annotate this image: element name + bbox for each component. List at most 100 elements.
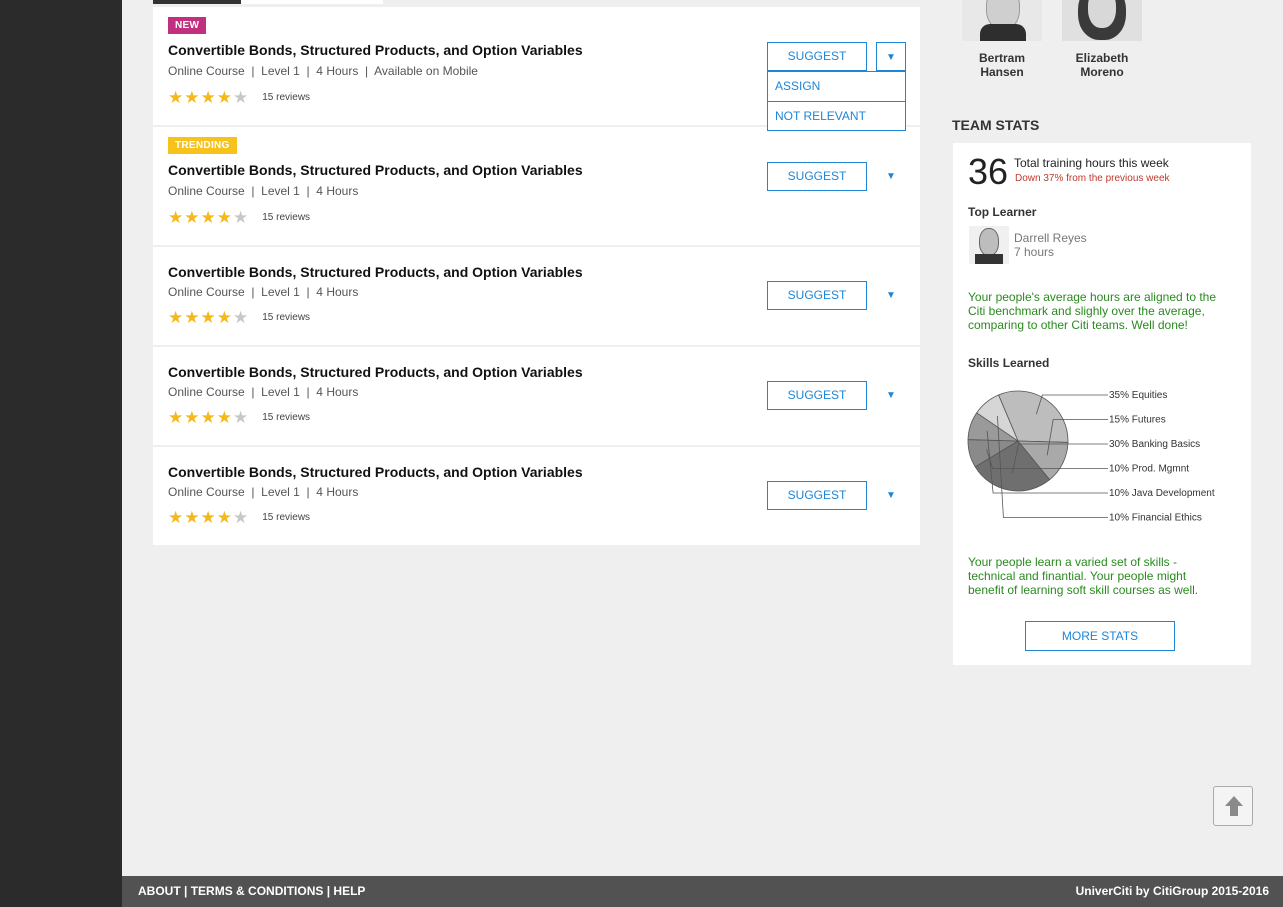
course-card: Convertible Bonds, Structured Products, …: [153, 247, 920, 345]
member-last-name: Hansen: [980, 65, 1024, 79]
review-count[interactable]: 15 reviews: [262, 212, 310, 223]
suggest-button[interactable]: SUGGEST: [767, 281, 867, 310]
avatar[interactable]: [969, 226, 1009, 264]
star-icon: ★: [168, 208, 184, 227]
footer-links: ABOUT | TERMS & CONDITIONS | HELP: [138, 884, 365, 898]
course-meta: Online Course | Level 1 | 4 Hours: [168, 385, 359, 399]
course-meta: Online Course | Level 1 | 4 Hours | Avai…: [168, 64, 478, 78]
copyright: UniverCiti by CitiGroup 2015-2016: [1075, 884, 1269, 898]
skills-message: Your people learn a varied set of skills…: [968, 555, 1199, 597]
pie-label: 10% Prod. Mgmnt: [1109, 464, 1189, 475]
skills-heading: Skills Learned: [968, 356, 1050, 370]
arrow-up-icon: [1225, 796, 1243, 816]
suggest-button[interactable]: SUGGEST: [767, 42, 867, 71]
pie-slices: [967, 390, 1069, 492]
avatar: [962, 0, 1042, 41]
course-card: Convertible Bonds, Structured Products, …: [153, 347, 920, 445]
course-title[interactable]: Convertible Bonds, Structured Products, …: [168, 264, 583, 280]
rating-stars: ★ ★ ★ ★ ★ 15 reviews: [168, 509, 310, 526]
pie-label: 30% Banking Basics: [1109, 439, 1200, 450]
terms-link[interactable]: TERMS & CONDITIONS: [191, 884, 324, 898]
benchmark-message: Your people's average hours are aligned …: [968, 290, 1217, 332]
scroll-to-top-button[interactable]: [1213, 786, 1253, 826]
rating-stars: ★ ★ ★ ★ ★ 15 reviews: [168, 409, 310, 426]
suggest-button[interactable]: SUGGEST: [767, 162, 867, 191]
star-icon: ★: [184, 88, 200, 107]
course-meta: Online Course | Level 1 | 4 Hours: [168, 485, 359, 499]
star-icon: ★: [216, 88, 232, 107]
star-icon: ★: [200, 508, 216, 527]
hours-trend: Down 37% from the previous week: [1015, 173, 1170, 184]
star-icon: ★: [184, 508, 200, 527]
member-last-name: Moreno: [1080, 65, 1124, 79]
top-learner-name[interactable]: Darrell Reyes: [1014, 231, 1087, 245]
total-hours-label: Total training hours this week: [1014, 156, 1169, 170]
separator: |: [323, 884, 334, 898]
caret-down-icon[interactable]: ▼: [876, 162, 906, 191]
course-meta: Online Course | Level 1 | 4 Hours: [168, 184, 359, 198]
top-learner-hours: 7 hours: [1014, 245, 1055, 259]
new-badge: NEW: [168, 17, 207, 34]
star-icon: ★: [200, 308, 216, 327]
top-learner-heading: Top Learner: [968, 205, 1037, 219]
star-icon: ★: [216, 408, 232, 427]
star-icon: ★: [184, 308, 200, 327]
assign-menu-item[interactable]: ASSIGN: [768, 72, 905, 101]
caret-down-icon[interactable]: ▼: [876, 381, 906, 410]
review-count[interactable]: 15 reviews: [262, 512, 310, 523]
pie-label: 15% Futures: [1109, 415, 1166, 426]
star-icon: ★: [184, 208, 200, 227]
caret-down-icon[interactable]: ▼: [876, 481, 906, 510]
star-icon: ★: [168, 88, 184, 107]
about-link[interactable]: ABOUT: [138, 884, 181, 898]
review-count[interactable]: 15 reviews: [262, 412, 310, 423]
member-first-name: Bertram: [978, 51, 1026, 65]
rating-stars: ★ ★ ★ ★ ★ 15 reviews: [168, 209, 310, 226]
total-hours-value: 36: [968, 151, 1009, 192]
help-link[interactable]: HELP: [333, 884, 365, 898]
rating-stars: ★ ★ ★ ★ ★ 15 reviews: [168, 89, 310, 106]
left-sidebar: [0, 0, 122, 907]
trending-badge: TRENDING: [168, 137, 237, 154]
star-icon: ★: [184, 408, 200, 427]
star-icon: ★: [168, 508, 184, 527]
skills-pie-chart: 35% Equities 15% Futures 30% Banking Basic…: [967, 390, 1215, 524]
star-icon: ★: [216, 208, 232, 227]
team-member[interactable]: Elizabeth Moreno: [1062, 0, 1142, 79]
star-empty-icon: ★: [233, 508, 249, 527]
course-meta: Online Course | Level 1 | 4 Hours: [168, 285, 359, 299]
not-relevant-menu-item[interactable]: NOT RELEVANT: [768, 101, 905, 130]
star-icon: ★: [216, 508, 232, 527]
pie-label: 10% Financial Ethics: [1109, 513, 1202, 524]
course-title[interactable]: Convertible Bonds, Structured Products, …: [168, 364, 583, 380]
review-count[interactable]: 15 reviews: [262, 312, 310, 323]
star-empty-icon: ★: [233, 408, 249, 427]
inactive-tab-underline: [241, 0, 383, 4]
pie-label: 10% Java Development: [1109, 488, 1215, 499]
active-tab-underline: [153, 0, 241, 4]
rating-stars: ★ ★ ★ ★ ★ 15 reviews: [168, 309, 310, 326]
star-icon: ★: [216, 308, 232, 327]
footer: ABOUT | TERMS & CONDITIONS | HELP Univer…: [122, 876, 1283, 907]
suggest-dropdown-menu: ASSIGN NOT RELEVANT: [767, 71, 906, 131]
star-icon: ★: [168, 308, 184, 327]
course-title[interactable]: Convertible Bonds, Structured Products, …: [168, 42, 583, 58]
suggest-button[interactable]: SUGGEST: [767, 481, 867, 510]
team-member[interactable]: Bertram Hansen: [962, 0, 1042, 79]
caret-down-icon[interactable]: ▼: [876, 42, 906, 71]
pie-label: 35% Equities: [1109, 390, 1167, 401]
caret-down-icon[interactable]: ▼: [876, 281, 906, 310]
member-first-name: Elizabeth: [1075, 51, 1129, 65]
star-empty-icon: ★: [233, 308, 249, 327]
review-count[interactable]: 15 reviews: [262, 92, 310, 103]
course-title[interactable]: Convertible Bonds, Structured Products, …: [168, 464, 583, 480]
team-stats-panel: 36 Total training hours this week Down 3…: [953, 143, 1251, 665]
course-title[interactable]: Convertible Bonds, Structured Products, …: [168, 162, 583, 178]
separator: |: [180, 884, 191, 898]
course-card: Convertible Bonds, Structured Products, …: [153, 447, 920, 545]
pie-labels: 35% Equities 15% Futures 30% Banking Basic…: [1109, 390, 1215, 524]
star-empty-icon: ★: [233, 88, 249, 107]
team-stats-heading: TEAM STATS: [952, 117, 1040, 133]
more-stats-button[interactable]: MORE STATS: [1025, 621, 1175, 651]
suggest-button[interactable]: SUGGEST: [767, 381, 867, 410]
